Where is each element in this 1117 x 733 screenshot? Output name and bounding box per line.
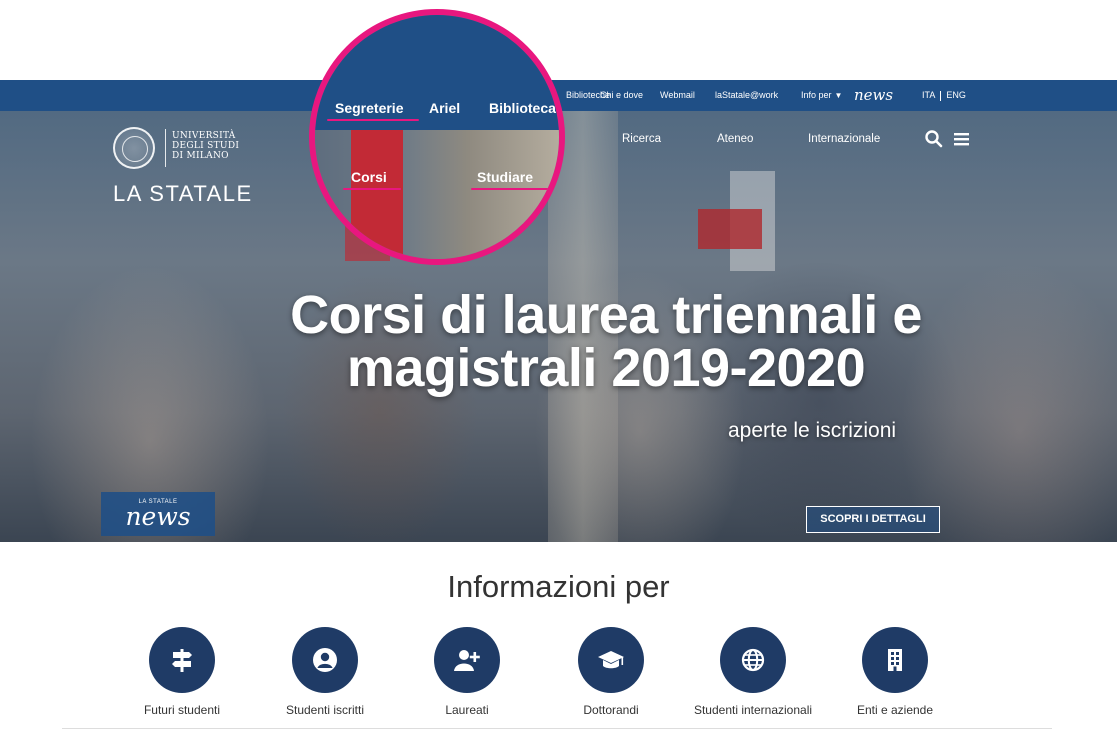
- segreterie-highlight-underline: [327, 119, 419, 121]
- audience-label: Studenti internazionali: [693, 703, 813, 717]
- corsi-highlight-underline: [343, 188, 401, 190]
- audience-label: Laureati: [445, 703, 489, 717]
- university-seal-icon: [113, 127, 155, 169]
- audience-laureati[interactable]: Laureati: [402, 627, 532, 717]
- info-per-label: Info per: [801, 90, 832, 100]
- graduation-cap-icon: [578, 627, 644, 693]
- logo-name: LA STATALE: [113, 181, 253, 206]
- user-icon: [292, 627, 358, 693]
- news-badge[interactable]: LA STATALE news: [101, 492, 215, 536]
- audience-futuri-studenti[interactable]: Futuri studenti: [117, 627, 247, 717]
- logo-divider: [165, 129, 166, 167]
- divider: [62, 728, 1052, 729]
- audience-label: Studenti iscritti: [285, 703, 365, 717]
- discover-details-button[interactable]: SCOPRI I DETTAGLI: [806, 506, 940, 533]
- add-user-icon: [434, 627, 500, 693]
- hero-subtitle: aperte le iscrizioni: [728, 419, 897, 442]
- audience-label: Futuri studenti: [143, 703, 221, 717]
- audience-label: Dottorandi: [583, 703, 639, 717]
- hero-photo-poster: [698, 209, 762, 249]
- news-link[interactable]: news: [854, 80, 893, 111]
- topbar-link-webmail[interactable]: Webmail: [660, 80, 695, 111]
- nav-item-internazionale[interactable]: Internazionale: [808, 133, 880, 145]
- audience-studenti-internazionali[interactable]: Studenti internazionali: [688, 627, 818, 717]
- magnifier-callout: Segreterie Ariel Biblioteca Corsi Studia…: [309, 9, 565, 265]
- menu-icon[interactable]: [952, 129, 972, 149]
- studiare-highlight-underline: [471, 188, 553, 190]
- audience-dottorandi[interactable]: Dottorandi: [546, 627, 676, 717]
- search-icon[interactable]: [924, 129, 944, 149]
- magnifier-red-banner: [351, 130, 403, 259]
- topbar-link-lastatale-work[interactable]: laStatale@work: [715, 80, 778, 111]
- language-switch: ITA ENG: [922, 80, 966, 111]
- lang-en-link[interactable]: ENG: [946, 90, 966, 100]
- audience-label: Enti e aziende: [856, 703, 934, 717]
- magnifier-link-biblioteca[interactable]: Biblioteca: [489, 100, 556, 116]
- magnifier-nav-studiare[interactable]: Studiare: [477, 169, 533, 185]
- hero-title: Corsi di laurea triennali e magistrali 2…: [290, 285, 922, 398]
- news-badge-word: news: [125, 502, 191, 531]
- globe-icon: [720, 627, 786, 693]
- section-title: Informazioni per: [447, 569, 670, 604]
- signpost-icon: [149, 627, 215, 693]
- topbar-link-chi-e-dove[interactable]: Chi e dove: [600, 80, 643, 111]
- building-icon: [862, 627, 928, 693]
- lang-divider: [940, 90, 942, 101]
- caret-down-icon: ▼: [834, 91, 843, 100]
- topbar-dropdown-info-per[interactable]: Info per ▼: [801, 80, 842, 111]
- audience-enti-e-aziende[interactable]: Enti e aziende: [830, 627, 960, 717]
- logo-university-text: UNIVERSITÀ DEGLI STUDI DI MILANO: [172, 131, 240, 161]
- magnifier-link-ariel[interactable]: Ariel: [429, 100, 460, 116]
- audience-studenti-iscritti[interactable]: Studenti iscritti: [260, 627, 390, 717]
- nav-item-ricerca[interactable]: Ricerca: [622, 133, 661, 145]
- magnifier-nav-corsi[interactable]: Corsi: [351, 169, 387, 185]
- nav-item-ateneo[interactable]: Ateneo: [717, 133, 753, 145]
- lang-it-link[interactable]: ITA: [922, 90, 935, 100]
- magnifier-link-segreterie[interactable]: Segreterie: [335, 100, 403, 116]
